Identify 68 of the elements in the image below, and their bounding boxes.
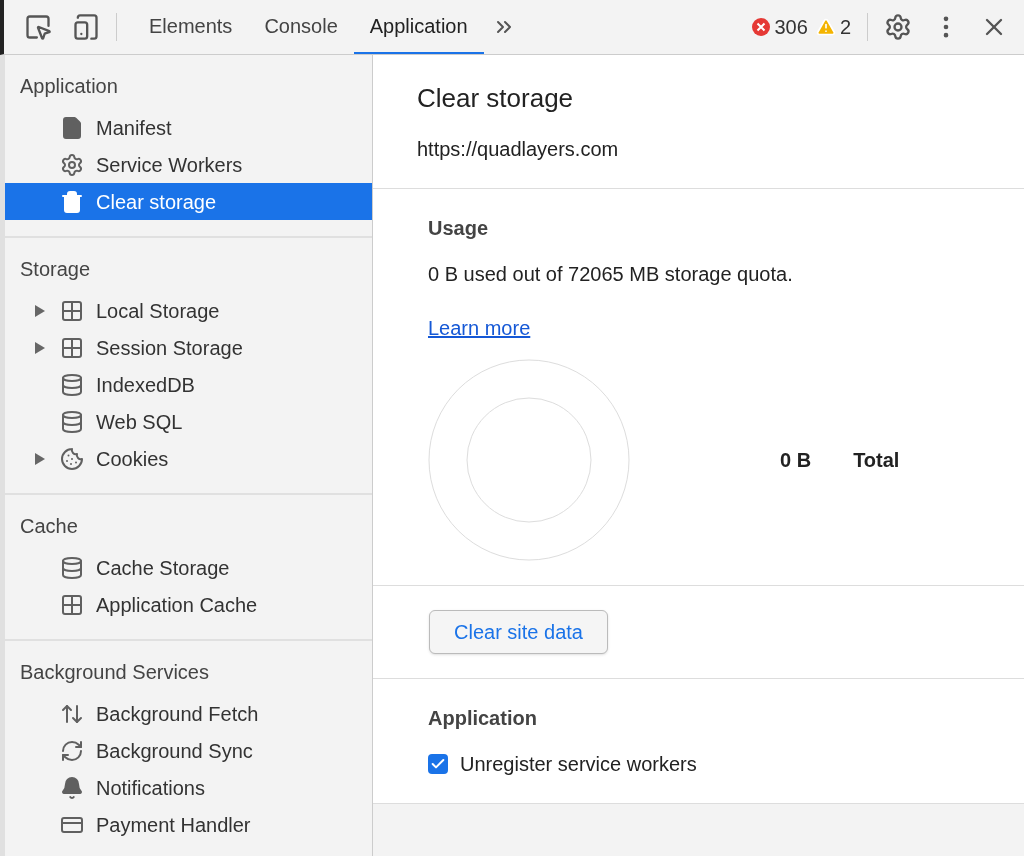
item-label: IndexedDB [96, 372, 195, 398]
item-label: Payment Handler [96, 812, 251, 838]
error-count: 306 [774, 15, 808, 40]
panel-tab[interactable]: Application [353, 0, 484, 54]
database-icon [60, 409, 84, 434]
sidebar-item[interactable]: Application Cache [5, 586, 372, 623]
item-label: Background Fetch [96, 701, 259, 727]
section-heading: Application [428, 706, 537, 731]
item-label: Local Storage [96, 298, 220, 324]
expand-triangle-icon[interactable] [35, 341, 45, 354]
sidebar-item[interactable]: Web SQL [5, 403, 372, 440]
device-icon[interactable] [72, 13, 100, 41]
total-label: Total [853, 448, 900, 473]
sidebar-item[interactable]: Local Storage [5, 292, 372, 329]
usage-text: 0 B used out of 72065 MB storage quota. [428, 262, 793, 287]
item-label: Web SQL [96, 409, 183, 435]
item-label: Application Cache [96, 592, 258, 618]
origin-url: https://quadlayers.com [417, 137, 619, 162]
item-label: Clear storage [96, 189, 217, 215]
file-icon [60, 115, 84, 140]
item-label: Background Sync [96, 738, 253, 764]
warning-count: 2 [839, 15, 851, 40]
sidebar-item[interactable]: Manifest [5, 109, 372, 146]
table-icon [60, 298, 84, 323]
section-heading: Usage [428, 216, 489, 241]
page-title: Clear storage [417, 82, 574, 115]
sidebar-item[interactable]: Background Fetch [5, 695, 372, 732]
panel-tab[interactable]: Console [248, 0, 354, 54]
section-heading: Application [19, 74, 118, 99]
database-icon [60, 372, 84, 397]
sidebar-item[interactable]: IndexedDB [5, 366, 372, 403]
expand-triangle-icon[interactable] [35, 304, 45, 317]
sidebar-item[interactable]: Background Sync [5, 732, 372, 769]
sidebar-item[interactable]: Notifications [5, 769, 372, 806]
clear-site-data-button[interactable]: Clear site data [429, 610, 608, 654]
inspect-icon[interactable] [24, 13, 52, 41]
bell-icon [60, 775, 84, 800]
error-icon [750, 17, 771, 37]
sidebar-item[interactable]: Service Workers [5, 146, 372, 183]
sidebar-item[interactable]: Payment Handler [5, 806, 372, 843]
gear-icon [60, 152, 84, 177]
sidebar-item[interactable]: Clear storage [5, 183, 372, 220]
section-heading: Background Services [19, 660, 209, 685]
item-label: Cookies [96, 446, 169, 472]
checkbox[interactable] [428, 754, 448, 774]
learn-more-link[interactable]: Learn more [428, 313, 531, 343]
item-label: Manifest [96, 115, 172, 141]
sidebar-item[interactable]: Cache Storage [5, 549, 372, 586]
total-value: 0 B [780, 448, 812, 473]
section-heading: Cache [19, 514, 78, 539]
table-icon [60, 335, 84, 360]
option-label: Unregister service workers [460, 752, 697, 777]
sidebar-item[interactable]: Cookies [5, 440, 372, 477]
sidebar-item[interactable]: Session Storage [5, 329, 372, 366]
section-heading: Storage [19, 257, 91, 282]
item-label: Cache Storage [96, 555, 230, 581]
settings-icon[interactable] [884, 13, 912, 41]
warning-icon [815, 17, 836, 37]
expand-triangle-icon[interactable] [35, 452, 45, 465]
cookie-icon [60, 446, 84, 471]
item-label: Notifications [96, 775, 205, 801]
sync-icon [60, 738, 84, 763]
table-icon [60, 592, 84, 617]
trash-icon [60, 189, 84, 214]
item-label: Session Storage [96, 335, 243, 361]
database-icon [60, 555, 84, 580]
panel-tab[interactable]: Elements [133, 0, 249, 54]
item-label: Service Workers [96, 152, 243, 178]
